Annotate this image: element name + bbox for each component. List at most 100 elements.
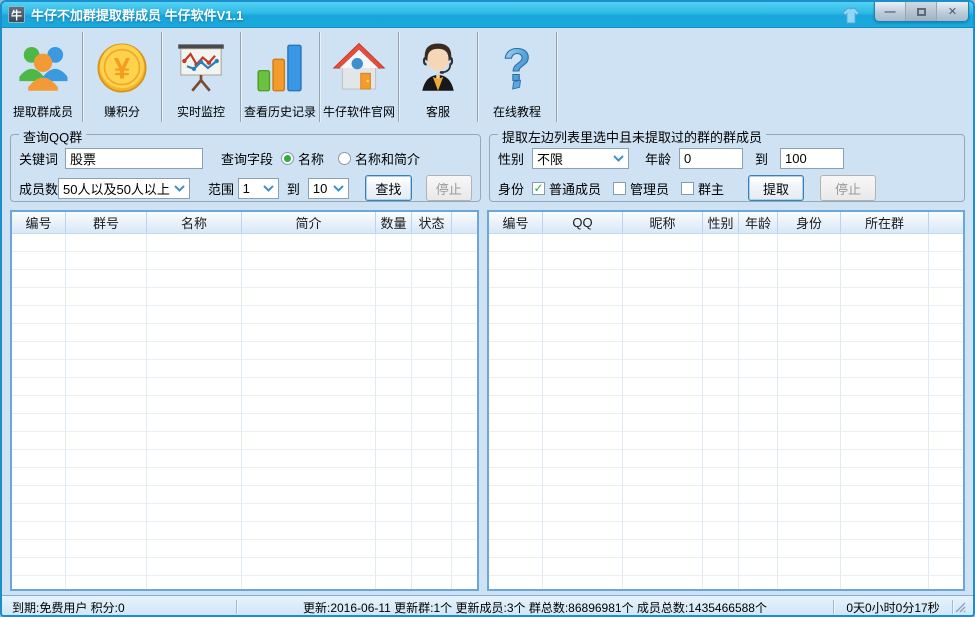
search-button[interactable]: 查找 — [365, 175, 411, 201]
column-header[interactable]: 编号 — [12, 212, 66, 233]
toolbar-label: 赚积分 — [104, 103, 140, 120]
query-groupbox-title: 查询QQ群 — [19, 127, 86, 146]
toolbar-customer-service[interactable]: 客服 — [399, 30, 477, 124]
age-to-input[interactable] — [780, 148, 844, 169]
column-header[interactable]: 性别 — [703, 212, 739, 233]
table-gridline — [702, 234, 703, 589]
member-table-body[interactable] — [489, 234, 963, 589]
minimize-button[interactable]: — — [875, 2, 906, 21]
member-count-select[interactable]: 50人以及50人以上 — [58, 178, 190, 199]
toolbar-view-history[interactable]: 查看历史记录 — [241, 30, 319, 124]
chevron-down-icon — [613, 155, 624, 162]
toolbar-label: 客服 — [426, 103, 450, 120]
bar-chart-icon — [252, 33, 308, 103]
radio-name-label: 名称 — [298, 149, 324, 168]
table-gridline — [840, 234, 841, 589]
chevron-down-icon — [174, 185, 185, 192]
identity-label: 身份 — [498, 179, 532, 198]
range-to-label: 到 — [287, 179, 300, 198]
group-list-table: 编号 群号 名称 简介 数量 状态 — [10, 210, 479, 591]
gender-select[interactable]: 不限 — [532, 148, 629, 169]
table-gridline — [65, 234, 66, 589]
toolbar-label: 牛仔软件官网 — [323, 103, 395, 120]
chevron-down-icon — [263, 185, 274, 192]
column-header[interactable]: 昵称 — [623, 212, 703, 233]
toolbar-earn-points[interactable]: ¥ 赚积分 — [83, 30, 161, 124]
column-header[interactable]: 群号 — [66, 212, 147, 233]
table-gridline — [451, 234, 452, 589]
chevron-down-icon — [333, 185, 344, 192]
member-list-table: 编号 QQ 昵称 性别 年龄 身份 所在群 — [487, 210, 965, 591]
checkbox-admin[interactable]: 管理员 — [613, 179, 669, 198]
skin-change-icon[interactable] — [840, 6, 862, 24]
radio-name[interactable]: 名称 — [281, 149, 324, 168]
toolbar: 提取群成员 ¥ 赚积分 — [2, 28, 973, 124]
coin-icon: ¥ — [94, 33, 150, 103]
extract-button[interactable]: 提取 — [748, 175, 804, 201]
range-from-value: 1 — [243, 181, 259, 196]
member-count-label: 成员数 — [19, 179, 58, 198]
table-gridline — [928, 234, 929, 589]
table-gridline — [542, 234, 543, 589]
range-from-select[interactable]: 1 — [238, 178, 279, 199]
column-header[interactable]: 名称 — [147, 212, 242, 233]
checkbox-icon — [681, 182, 694, 195]
toolbar-realtime-monitor[interactable]: 实时监控 — [162, 30, 240, 124]
checkbox-owner-label: 群主 — [698, 179, 724, 198]
keyword-input[interactable] — [65, 148, 203, 169]
gender-value: 不限 — [537, 149, 609, 168]
question-mark-icon: ? — [489, 33, 545, 103]
checkbox-icon: ✓ — [532, 182, 545, 195]
age-label: 年龄 — [645, 149, 679, 168]
column-header-filler — [929, 212, 963, 233]
checkbox-admin-label: 管理员 — [630, 179, 669, 198]
toolbar-label: 实时监控 — [177, 103, 225, 120]
checkbox-icon — [613, 182, 626, 195]
main-area: 查询QQ群 关键词 查询字段 名称 名称和简介 成员数 — [2, 124, 973, 595]
radio-name-and-intro[interactable]: 名称和简介 — [338, 149, 420, 168]
age-from-input[interactable] — [679, 148, 743, 169]
toolbar-official-site[interactable]: 牛仔软件官网 — [320, 30, 398, 124]
table-gridline — [375, 234, 376, 589]
toolbar-label: 在线教程 — [493, 103, 541, 120]
toolbar-extract-members[interactable]: 提取群成员 — [4, 30, 82, 124]
table-gridline — [622, 234, 623, 589]
radio-name-and-intro-label: 名称和简介 — [355, 149, 420, 168]
column-header[interactable]: 简介 — [242, 212, 376, 233]
column-header[interactable]: 身份 — [778, 212, 841, 233]
column-header-filler — [452, 212, 477, 233]
checkbox-normal-member[interactable]: ✓ 普通成员 — [532, 179, 601, 198]
range-to-value: 10 — [313, 181, 329, 196]
table-gridline — [411, 234, 412, 589]
group-table-body[interactable] — [12, 234, 477, 589]
status-bar: 到期:免费用户 积分:0 更新:2016-06-11 更新群:1个 更新成员:3… — [2, 595, 973, 617]
column-header[interactable]: 数量 — [376, 212, 412, 233]
close-button[interactable]: ✕ — [937, 2, 968, 21]
app-window: 牛 牛仔不加群提取群成员 牛仔软件V1.1 — ✕ — [0, 0, 975, 617]
column-header[interactable]: QQ — [543, 212, 623, 233]
column-header[interactable]: 年龄 — [739, 212, 778, 233]
table-gridline — [241, 234, 242, 589]
table-gridline — [738, 234, 739, 589]
svg-text:¥: ¥ — [114, 53, 131, 86]
column-header[interactable]: 所在群 — [841, 212, 929, 233]
group-people-icon — [15, 33, 71, 103]
table-gridline — [777, 234, 778, 589]
toolbar-online-tutorial[interactable]: ? 在线教程 — [478, 30, 556, 124]
maximize-button[interactable] — [906, 2, 937, 21]
column-header[interactable]: 编号 — [489, 212, 543, 233]
title-bar[interactable]: 牛 牛仔不加群提取群成员 牛仔软件V1.1 — ✕ — [2, 2, 973, 28]
range-label: 范围 — [208, 179, 238, 198]
maximize-icon — [917, 8, 926, 16]
radio-dot-icon — [338, 152, 351, 165]
table-gridline — [146, 234, 147, 589]
status-update-info: 更新:2016-06-11 更新群:1个 更新成员:3个 群总数:8689698… — [237, 599, 833, 616]
member-count-value: 50人以及50人以上 — [63, 179, 170, 198]
member-table-header: 编号 QQ 昵称 性别 年龄 身份 所在群 — [489, 212, 963, 234]
age-to-label: 到 — [755, 149, 768, 168]
app-icon: 牛 — [8, 6, 25, 23]
checkbox-owner[interactable]: 群主 — [681, 179, 724, 198]
resize-grip[interactable] — [953, 601, 967, 613]
column-header[interactable]: 状态 — [412, 212, 452, 233]
range-to-select[interactable]: 10 — [308, 178, 349, 199]
